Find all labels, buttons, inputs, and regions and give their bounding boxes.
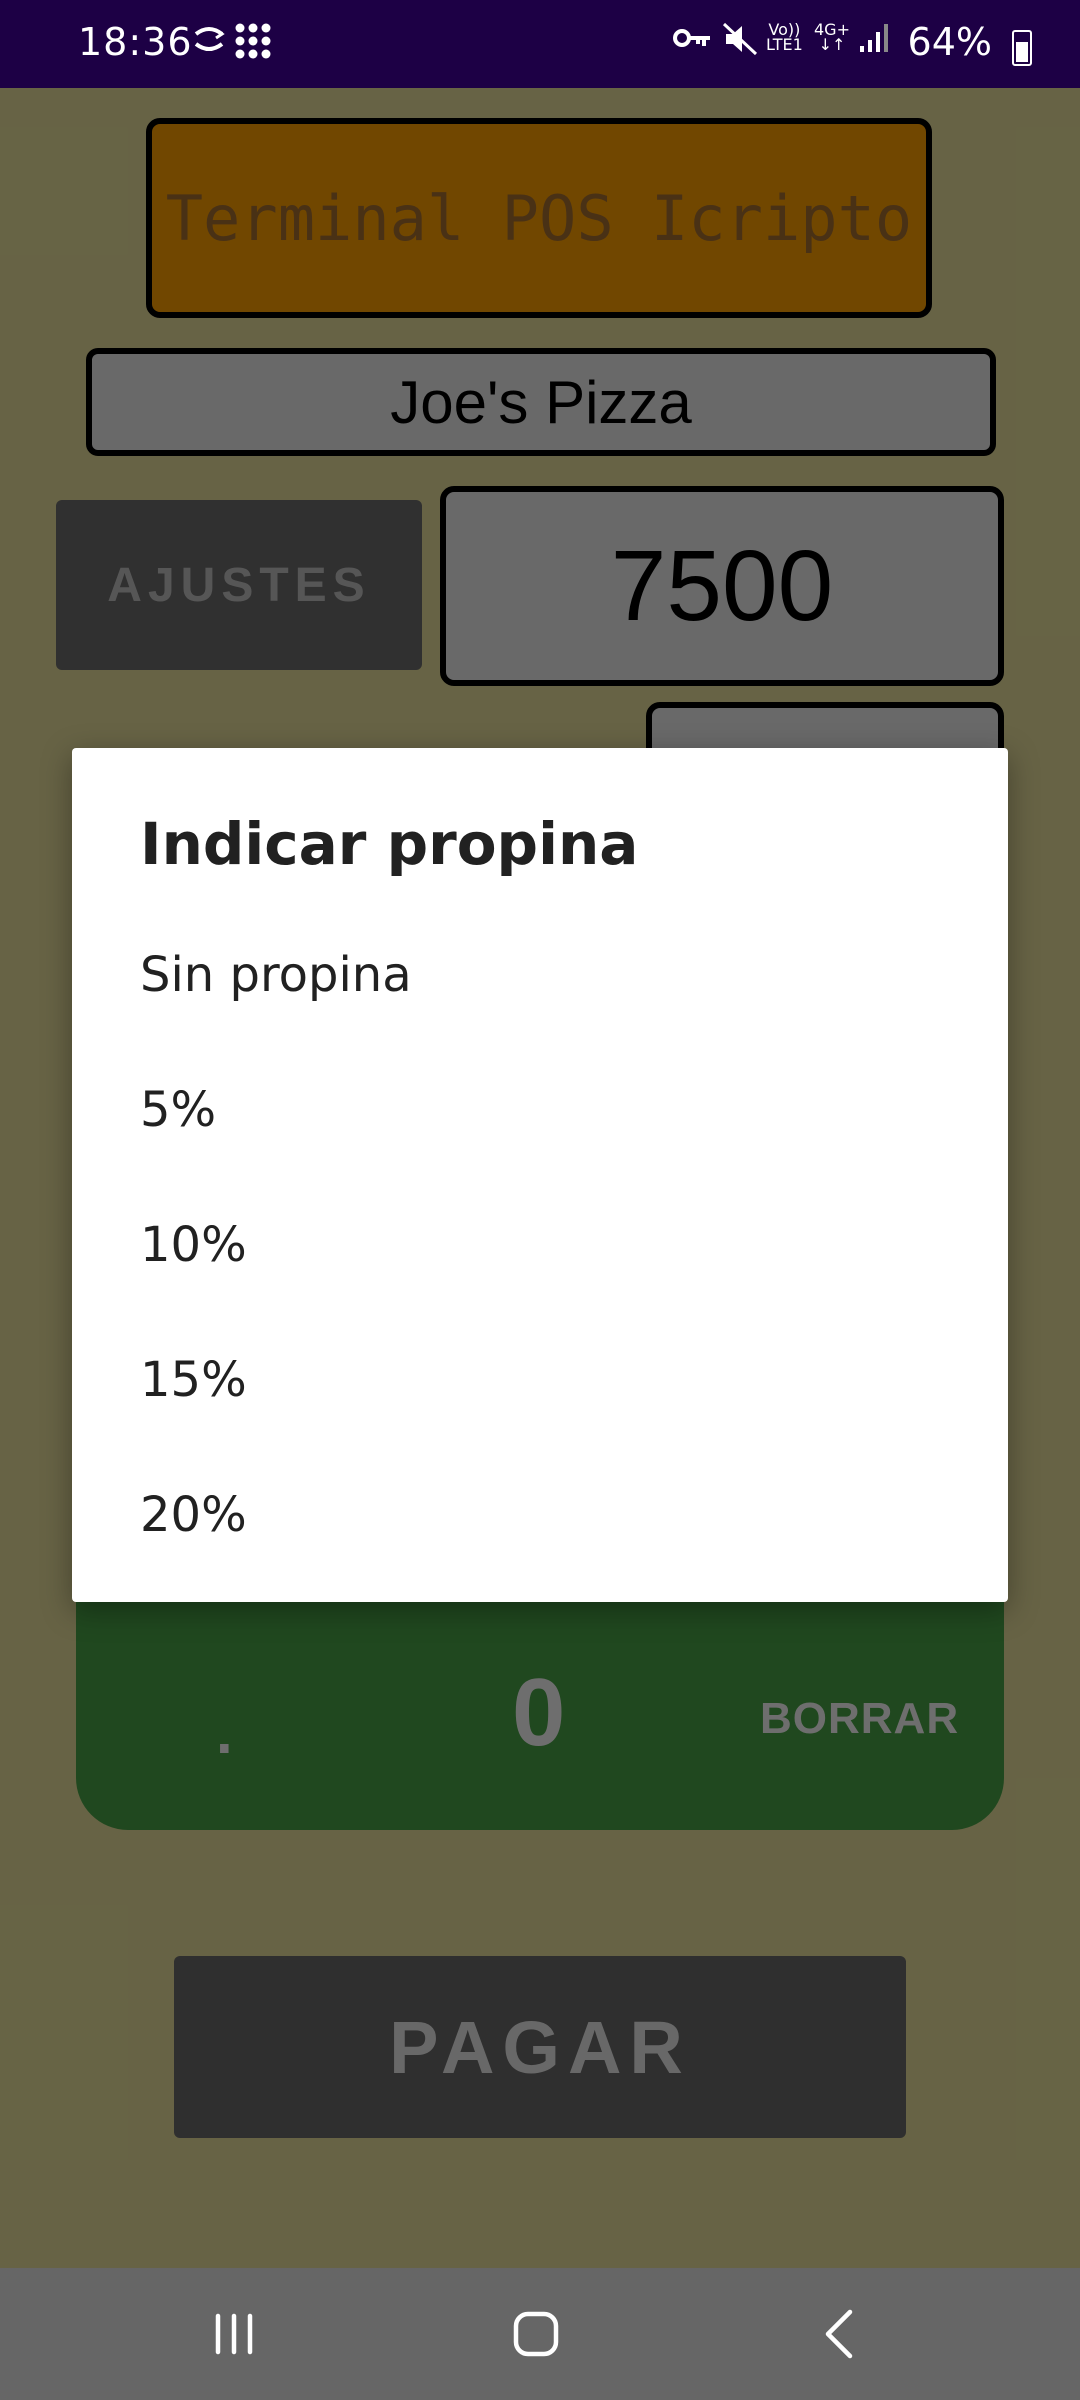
tip-option-none[interactable]: Sin propina — [140, 925, 940, 1025]
battery-percent: 64% — [907, 20, 992, 64]
mute-icon — [722, 22, 758, 56]
tip-option-5[interactable]: 5% — [140, 1060, 940, 1160]
status-time: 18:36 — [78, 20, 193, 64]
volte-icon: Vo)) LTE1 — [766, 20, 803, 54]
apps-grid-icon — [234, 22, 272, 60]
vpn-key-icon — [672, 22, 712, 54]
status-bar: 18:36 Vo)) LTE1 4G+ ↓↑ 64% — [0, 0, 1080, 88]
tip-dialog: Indicar propina Sin propina 5% 10% 15% 2… — [72, 748, 1008, 1602]
back-icon[interactable] — [804, 2298, 876, 2370]
sync-icon — [192, 22, 226, 56]
4g-icon: 4G+ ↓↑ — [814, 20, 850, 54]
battery-icon — [1012, 30, 1032, 66]
home-icon[interactable] — [500, 2298, 572, 2370]
dialog-title: Indicar propina — [140, 810, 639, 878]
recent-apps-icon[interactable] — [198, 2298, 270, 2370]
tip-option-10[interactable]: 10% — [140, 1195, 940, 1295]
signal-icon — [858, 22, 890, 54]
tip-option-15[interactable]: 15% — [140, 1330, 940, 1430]
tip-option-20[interactable]: 20% — [140, 1465, 940, 1565]
navigation-bar — [0, 2268, 1080, 2400]
